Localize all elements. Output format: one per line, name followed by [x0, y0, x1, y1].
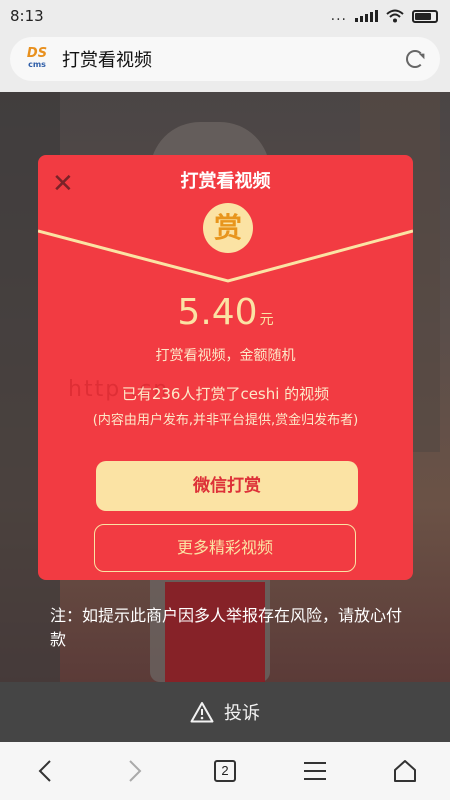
warning-icon	[190, 702, 214, 723]
browser-nav-bar: 2	[0, 742, 450, 800]
home-icon	[394, 760, 416, 782]
chevron-left-icon	[38, 760, 51, 782]
address-bar[interactable]: DS cms 打赏看视频	[10, 37, 440, 81]
tabs-button[interactable]: 2	[200, 746, 250, 796]
risk-warning-text: 注：如提示此商户因多人举报存在风险，请放心付款	[50, 606, 403, 649]
reload-icon[interactable]	[406, 50, 424, 68]
back-button[interactable]	[20, 746, 70, 796]
forward-button[interactable]	[110, 746, 160, 796]
battery-icon	[412, 9, 438, 23]
wechat-pay-button[interactable]: 微信打赏	[96, 461, 358, 511]
amount-value: 5.40	[177, 292, 258, 333]
reward-count-text: 已有236人打赏了ceshi 的视频	[121, 385, 330, 403]
more-dots-icon: ...	[330, 8, 347, 24]
home-button[interactable]	[380, 746, 430, 796]
reward-badge-icon: 赏	[203, 203, 253, 253]
amount-unit: 元	[259, 312, 274, 328]
chevron-right-icon	[129, 760, 142, 782]
site-logo: DS cms	[26, 45, 48, 69]
tab-count: 2	[214, 760, 236, 782]
complaint-label: 投诉	[224, 703, 260, 724]
menu-icon	[304, 762, 326, 780]
browser-toolbar: DS cms 打赏看视频	[0, 32, 450, 92]
signal-icon	[355, 10, 378, 22]
reward-modal: ✕ 打赏看视频 赏 5.40 元 打赏看视频，金额随机 http .cn 已有23…	[38, 155, 413, 580]
modal-subtitle: 打赏看视频，金额随机	[155, 348, 296, 364]
status-icons: ...	[331, 8, 438, 24]
more-videos-button[interactable]: 更多精彩视频	[94, 524, 356, 572]
reward-amount: 5.40 元	[38, 292, 413, 333]
menu-button[interactable]	[290, 746, 340, 796]
complaint-button[interactable]: 投诉	[0, 682, 450, 742]
status-time: 8:13	[10, 7, 44, 25]
status-bar: 8:13 ...	[0, 0, 450, 32]
modal-title: 打赏看视频	[180, 171, 271, 192]
page-title: 打赏看视频	[62, 50, 152, 71]
disclaimer-text: (内容由用户发布,并非平台提供,赏金归发布者)	[92, 413, 359, 428]
wifi-icon	[386, 9, 404, 23]
